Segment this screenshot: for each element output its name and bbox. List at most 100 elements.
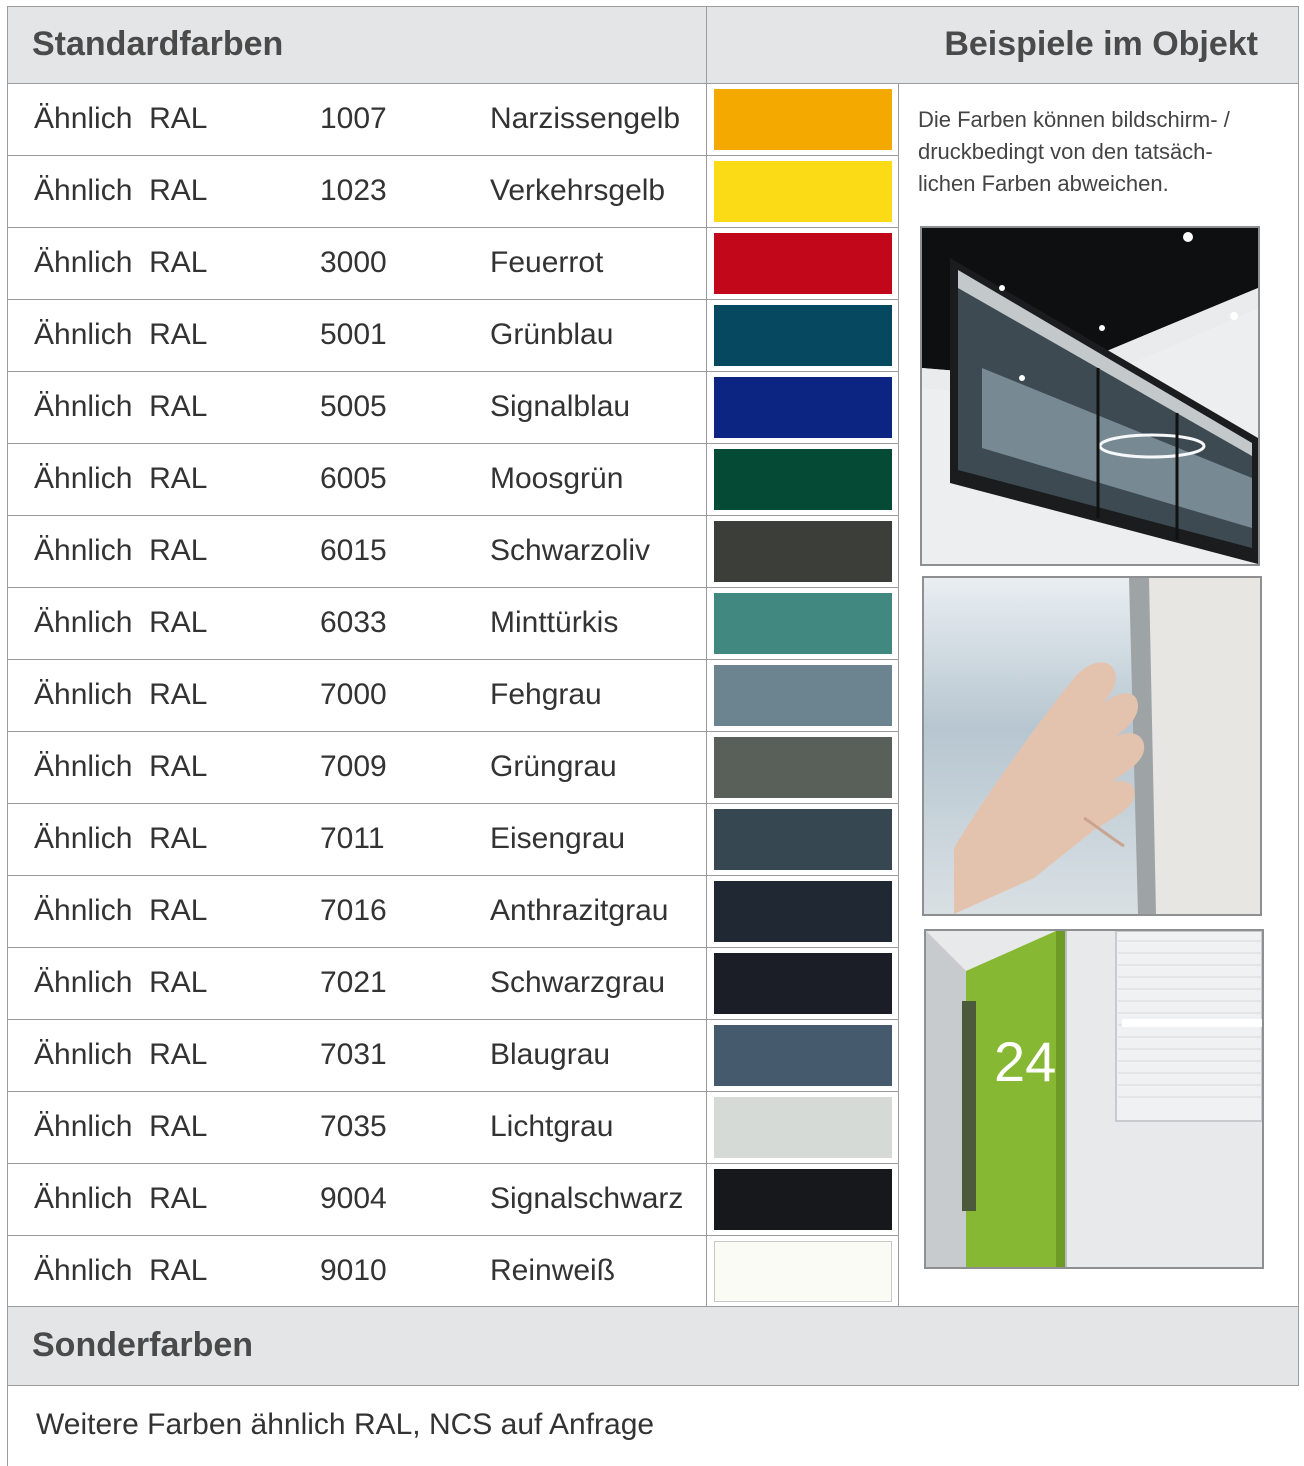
cell-divider bbox=[706, 300, 707, 371]
cell-divider bbox=[706, 156, 707, 227]
color-name: Signalschwarz bbox=[490, 1182, 684, 1215]
table-row: Ähnlich RAL 7031 Blaugrau bbox=[7, 1020, 899, 1092]
ral-code: 5005 bbox=[320, 390, 387, 423]
color-disclaimer: Die Farben können bildschirm- / druckbed… bbox=[918, 104, 1294, 200]
cell-divider bbox=[706, 948, 707, 1019]
color-swatch bbox=[714, 1169, 892, 1230]
table-row: Ähnlich RAL 7009 Grüngrau bbox=[7, 732, 899, 804]
swatch-column-divider bbox=[898, 84, 899, 1306]
ral-prefix: Ähnlich RAL bbox=[34, 1038, 208, 1071]
disclaimer-line: Die Farben können bildschirm- / bbox=[918, 107, 1230, 132]
color-swatch bbox=[714, 737, 892, 798]
cell-divider bbox=[706, 444, 707, 515]
ral-code: 7031 bbox=[320, 1038, 387, 1071]
color-swatch bbox=[714, 305, 892, 366]
color-name: Verkehrsgelb bbox=[490, 174, 666, 207]
table-row: Ähnlich RAL 6033 Minttürkis bbox=[7, 588, 899, 660]
ral-code: 5001 bbox=[320, 318, 387, 351]
cell-divider bbox=[706, 228, 707, 299]
door-number: 24 bbox=[994, 1030, 1056, 1093]
table-row: Ähnlich RAL 5001 Grünblau bbox=[7, 300, 899, 372]
color-swatch bbox=[714, 89, 892, 150]
table-row: Ähnlich RAL 1023 Verkehrsgelb bbox=[7, 156, 899, 228]
ral-prefix: Ähnlich RAL bbox=[34, 174, 208, 207]
color-swatch bbox=[714, 377, 892, 438]
color-rows: Ähnlich RAL 1007 Narzissengelb Ähnlich RAL 1… bbox=[7, 84, 899, 1308]
special-colors-text: Weitere Farben ähnlich RAL, NCS auf Anfr… bbox=[36, 1408, 655, 1441]
color-swatch bbox=[714, 1025, 892, 1086]
table-row: Ähnlich RAL 3000 Feuerrot bbox=[7, 228, 899, 300]
ral-code: 1023 bbox=[320, 174, 387, 207]
special-colors-heading: Sonderfarben bbox=[32, 1326, 254, 1364]
table-row: Ähnlich RAL 7021 Schwarzgrau bbox=[7, 948, 899, 1020]
ral-code: 6033 bbox=[320, 606, 387, 639]
ral-code: 7000 bbox=[320, 678, 387, 711]
standard-colors-heading: Standardfarben bbox=[32, 25, 284, 63]
examples-heading: Beispiele im Objekt bbox=[944, 25, 1258, 63]
color-swatch bbox=[714, 881, 892, 942]
color-swatch bbox=[714, 233, 892, 294]
ral-prefix: Ähnlich RAL bbox=[34, 1182, 208, 1215]
special-colors-header: Sonderfarben bbox=[7, 1306, 1299, 1386]
color-name: Grüngrau bbox=[490, 750, 617, 783]
table-row: Ähnlich RAL 7016 Anthrazitgrau bbox=[7, 876, 899, 948]
ral-code: 7035 bbox=[320, 1110, 387, 1143]
cell-divider bbox=[706, 372, 707, 443]
color-swatch bbox=[714, 593, 892, 654]
color-name: Schwarzgrau bbox=[490, 966, 666, 999]
ral-prefix: Ähnlich RAL bbox=[34, 750, 208, 783]
color-name: Fehgrau bbox=[490, 678, 602, 711]
cell-divider bbox=[706, 1236, 707, 1307]
color-name: Feuerrot bbox=[490, 246, 604, 279]
ral-code: 3000 bbox=[320, 246, 387, 279]
disclaimer-line: lichen Farben abweichen. bbox=[918, 171, 1169, 196]
color-name: Reinweiß bbox=[490, 1254, 616, 1287]
ral-prefix: Ähnlich RAL bbox=[34, 102, 208, 135]
color-swatch bbox=[714, 953, 892, 1014]
ral-prefix: Ähnlich RAL bbox=[34, 966, 208, 999]
color-swatch bbox=[714, 1097, 892, 1158]
cell-divider bbox=[706, 660, 707, 731]
color-swatch bbox=[714, 521, 892, 582]
header-divider bbox=[706, 7, 707, 85]
cell-divider bbox=[706, 1092, 707, 1163]
disclaimer-line: druckbedingt von den tatsäch- bbox=[918, 139, 1213, 164]
color-name: Signalblau bbox=[490, 390, 631, 423]
table-row: Ähnlich RAL 6005 Moosgrün bbox=[7, 444, 899, 516]
cell-divider bbox=[706, 804, 707, 875]
ral-prefix: Ähnlich RAL bbox=[34, 534, 208, 567]
ral-prefix: Ähnlich RAL bbox=[34, 822, 208, 855]
example-photo-green-door: 24 bbox=[924, 929, 1264, 1269]
cell-divider bbox=[706, 84, 707, 155]
table-row: Ähnlich RAL 9010 Reinweiß bbox=[7, 1236, 899, 1308]
ral-code: 9010 bbox=[320, 1254, 387, 1287]
cell-divider bbox=[706, 1164, 707, 1235]
table-row: Ähnlich RAL 7000 Fehgrau bbox=[7, 660, 899, 732]
ral-code: 6005 bbox=[320, 462, 387, 495]
color-name: Anthrazitgrau bbox=[490, 894, 669, 927]
color-swatch bbox=[714, 665, 892, 726]
cell-divider bbox=[706, 1020, 707, 1091]
ral-prefix: Ähnlich RAL bbox=[34, 462, 208, 495]
ral-prefix: Ähnlich RAL bbox=[34, 246, 208, 279]
ral-code: 7011 bbox=[320, 822, 385, 855]
color-name: Narzissengelb bbox=[490, 102, 681, 135]
table-right-border bbox=[1298, 84, 1299, 1306]
color-name: Minttürkis bbox=[490, 606, 619, 639]
table-row: Ähnlich RAL 1007 Narzissengelb bbox=[7, 84, 899, 156]
color-swatch bbox=[714, 449, 892, 510]
ral-prefix: Ähnlich RAL bbox=[34, 318, 208, 351]
ral-code: 9004 bbox=[320, 1182, 387, 1215]
ral-prefix: Ähnlich RAL bbox=[34, 1110, 208, 1143]
table-row: Ähnlich RAL 6015 Schwarzoliv bbox=[7, 516, 899, 588]
cell-divider bbox=[706, 876, 707, 947]
ral-code: 1007 bbox=[320, 102, 387, 135]
example-photo-hand-on-wall bbox=[922, 576, 1262, 916]
color-name: Blaugrau bbox=[490, 1038, 611, 1071]
cell-divider bbox=[706, 516, 707, 587]
color-name: Schwarzoliv bbox=[490, 534, 651, 567]
color-name: Lichtgrau bbox=[490, 1110, 614, 1143]
color-table: Standardfarben Beispiele im Objekt Ähnli… bbox=[7, 6, 1299, 1466]
ral-code: 7016 bbox=[320, 894, 387, 927]
ral-code: 6015 bbox=[320, 534, 387, 567]
